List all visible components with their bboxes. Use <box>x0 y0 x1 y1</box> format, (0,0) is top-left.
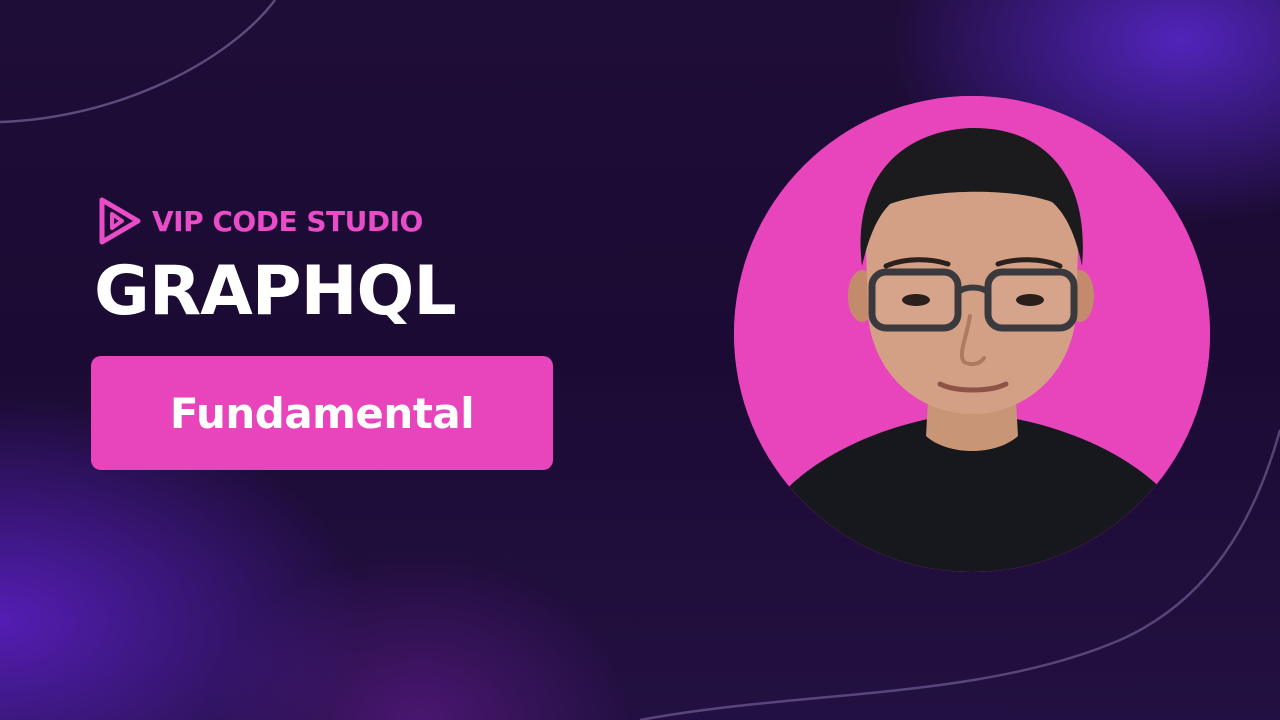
thumbnail-canvas: VIP CODE STUDIO GRAPHQL Fundamental <box>0 0 1280 720</box>
brand-name: VIP CODE STUDIO <box>152 204 423 238</box>
presenter-illustration <box>734 96 1210 572</box>
presenter-portrait <box>734 96 1210 572</box>
course-subtitle-badge: Fundamental <box>91 356 553 470</box>
course-title: GRAPHQL <box>94 252 457 331</box>
brand-lockup: VIP CODE STUDIO <box>98 196 423 246</box>
course-subtitle: Fundamental <box>169 388 475 438</box>
play-logo-icon <box>99 197 141 245</box>
